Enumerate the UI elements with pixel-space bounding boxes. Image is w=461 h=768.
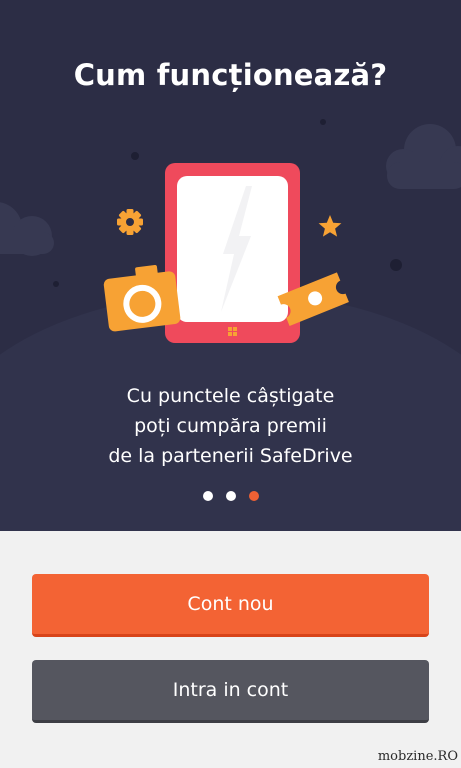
camera-icon [103, 265, 181, 332]
feature-caption: Cu punctele câștigate poți cumpăra premi… [0, 381, 461, 471]
star-icon [318, 215, 342, 237]
decor-dot [53, 281, 59, 287]
page-dot-1[interactable] [202, 491, 213, 501]
gear-icon [117, 209, 143, 235]
caption-line: Cu punctele câștigate [126, 385, 335, 407]
decor-dot [390, 259, 402, 271]
decor-dot [131, 152, 139, 160]
onboarding-hero: Cum funcționează? Cu punctele câștigate … [0, 0, 461, 531]
login-button[interactable]: Intra in cont [32, 660, 429, 723]
watermark: mobzine.RO [377, 749, 458, 764]
create-account-button[interactable]: Cont nou [32, 574, 429, 637]
page-indicator [0, 491, 461, 503]
page-dot-2[interactable] [225, 491, 236, 501]
page-dot-3-active[interactable] [248, 491, 259, 501]
cloud-icon [0, 202, 54, 256]
caption-line: poți cumpăra premii [134, 415, 327, 437]
phone-icon [165, 163, 300, 343]
caption-line: de la partenerii SafeDrive [108, 445, 353, 467]
decor-dot [320, 119, 326, 125]
cloud-icon [386, 124, 461, 189]
